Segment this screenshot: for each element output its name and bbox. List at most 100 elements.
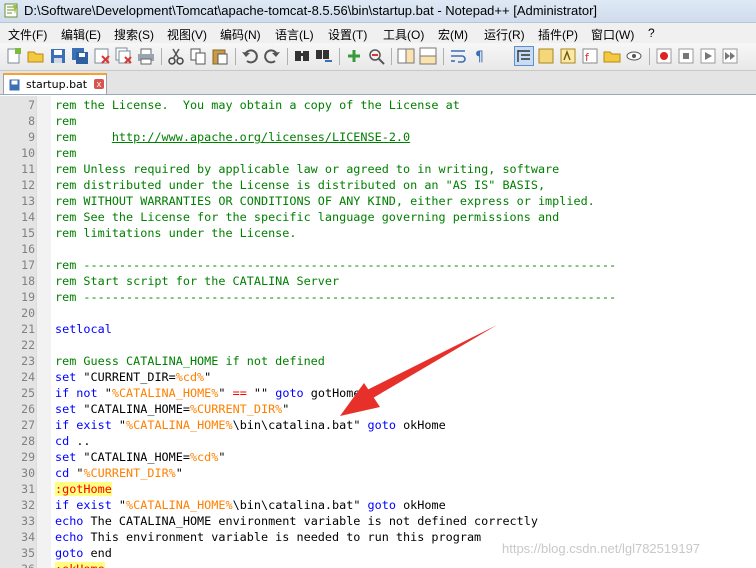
variable-token: %CATALINA_HOME% <box>111 386 219 400</box>
keyword-token: if exist <box>55 498 112 512</box>
play-macro-icon[interactable] <box>699 47 717 65</box>
comment-token: rem limitations under the License. <box>55 226 297 240</box>
line-code: rem limitations under the License. <box>55 225 296 241</box>
find-icon[interactable] <box>293 47 311 65</box>
comment-token: rem distributed under the License is dis… <box>55 178 546 192</box>
text-token: " <box>111 498 127 512</box>
tab-startup-bat[interactable]: startup.bat x <box>3 73 107 94</box>
close-all-icon[interactable] <box>115 47 133 65</box>
line-code: if exist "%CATALINA_HOME%\bin\catalina.b… <box>55 417 446 433</box>
text-token: " <box>111 418 127 432</box>
line-code: setlocal <box>55 321 112 337</box>
zoom-in-icon[interactable] <box>345 47 363 65</box>
stop-record-icon[interactable] <box>677 47 695 65</box>
url-token[interactable]: http://www.apache.org/licenses/LICENSE-2… <box>112 130 410 144</box>
code-line: 24 set "CURRENT_DIR=%cd%" <box>0 369 756 385</box>
zoom-out-icon[interactable] <box>367 47 385 65</box>
comment-token: rem Guess CATALINA_HOME if not defined <box>55 354 325 368</box>
indent-guide-icon[interactable] <box>514 46 534 66</box>
text-token: " <box>218 386 233 400</box>
comment-token: rem <box>55 146 77 160</box>
comment-token: rem ------------------------------------… <box>55 258 617 272</box>
keyword-token: if exist <box>55 418 112 432</box>
window-title: D:\Software\Development\Tomcat\apache-to… <box>24 3 598 18</box>
print-icon[interactable] <box>137 47 155 65</box>
code-line: 26 set "CATALINA_HOME=%CURRENT_DIR%" <box>0 401 756 417</box>
line-number: 36 <box>0 561 35 568</box>
line-number: 29 <box>21 450 35 464</box>
close-icon[interactable] <box>93 47 111 65</box>
paste-icon[interactable] <box>211 47 229 65</box>
code-line: 21 setlocal <box>0 321 756 337</box>
code-line: 20 <box>0 305 756 321</box>
line-code: set "CATALINA_HOME=%CURRENT_DIR%" <box>55 401 289 417</box>
menu-settings[interactable]: 设置(T) <box>328 26 367 43</box>
menu-window[interactable]: 窗口(W) <box>591 26 634 43</box>
monitor-icon[interactable] <box>625 47 643 65</box>
record-macro-icon[interactable] <box>655 47 673 65</box>
menu-help[interactable]: ? <box>648 26 655 40</box>
menu-bar: 文件(F) 编辑(E) 搜索(S) 视图(V) 编码(N) 语言(L) 设置(T… <box>0 23 756 43</box>
code-line: 30 cd "%CURRENT_DIR%" <box>0 465 756 481</box>
function-list-icon[interactable] <box>559 47 577 65</box>
menu-view[interactable]: 视图(V) <box>167 26 207 43</box>
toolbar-separator <box>287 48 288 65</box>
line-code: rem Guess CATALINA_HOME if not defined <box>55 353 325 369</box>
keyword-token: set <box>55 370 77 384</box>
save-icon[interactable] <box>49 47 67 65</box>
folder-workspace-icon[interactable]: f <box>581 47 599 65</box>
sync-v-icon[interactable] <box>397 47 415 65</box>
copy-icon[interactable] <box>189 47 207 65</box>
code-line: 18 rem Start script for the CATALINA Serv… <box>0 273 756 289</box>
show-all-chars-icon[interactable]: ¶ <box>471 47 489 65</box>
menu-encoding[interactable]: 编码(N) <box>220 26 261 43</box>
tab-close-icon[interactable]: x <box>94 79 104 89</box>
keyword-token: set <box>55 402 77 416</box>
toolbar-separator <box>161 48 162 65</box>
code-editor[interactable]: 7 rem the License. You may obtain a copy … <box>0 96 756 568</box>
line-number: 12 <box>21 178 35 192</box>
code-line: 28 cd .. <box>0 433 756 449</box>
menu-file[interactable]: 文件(F) <box>8 26 47 43</box>
code-line: 13 rem WITHOUT WARRANTIES OR CONDITIONS O… <box>0 193 756 209</box>
title-bar: D:\Software\Development\Tomcat\apache-to… <box>0 0 756 23</box>
text-token: okHome <box>395 418 446 432</box>
toolbar-separator <box>649 48 650 65</box>
menu-macro[interactable]: 宏(M) <box>438 26 468 43</box>
line-number: 32 <box>21 498 35 512</box>
line-code: rem Start script for the CATALINA Server <box>55 273 339 289</box>
menu-edit[interactable]: 编辑(E) <box>61 26 101 43</box>
line-number: 30 <box>21 466 35 480</box>
toolbar: ¶ f <box>0 43 756 71</box>
cut-icon[interactable] <box>167 47 185 65</box>
line-number: 18 <box>21 274 35 288</box>
line-code: echo The CATALINA_HOME environment varia… <box>55 513 538 529</box>
menu-plugins[interactable]: 插件(P) <box>538 26 578 43</box>
menu-search[interactable]: 搜索(S) <box>114 26 154 43</box>
keyword-token: echo <box>55 514 84 528</box>
replace-icon[interactable] <box>315 47 333 65</box>
code-line: 22 <box>0 337 756 353</box>
line-number: 28 <box>21 434 35 448</box>
menu-run[interactable]: 运行(R) <box>484 26 525 43</box>
code-line: 23 rem Guess CATALINA_HOME if not defined <box>0 353 756 369</box>
menu-tools[interactable]: 工具(O) <box>383 26 424 43</box>
redo-icon[interactable] <box>263 47 281 65</box>
text-token: end <box>83 546 112 560</box>
undo-icon[interactable] <box>241 47 259 65</box>
word-wrap-icon[interactable] <box>449 47 467 65</box>
doc-map-icon[interactable] <box>537 47 555 65</box>
line-number: 14 <box>21 210 35 224</box>
text-token: " <box>175 466 183 480</box>
save-all-icon[interactable] <box>71 47 89 65</box>
play-multiple-icon[interactable] <box>721 47 739 65</box>
new-file-icon[interactable] <box>5 47 23 65</box>
open-file-icon[interactable] <box>27 47 45 65</box>
comment-token: rem ------------------------------------… <box>55 290 617 304</box>
folder-icon[interactable] <box>603 47 621 65</box>
text-token: " <box>218 450 226 464</box>
line-number: 15 <box>21 226 35 240</box>
menu-language[interactable]: 语言(L) <box>275 26 314 43</box>
toolbar-separator <box>339 48 340 65</box>
sync-h-icon[interactable] <box>419 47 437 65</box>
